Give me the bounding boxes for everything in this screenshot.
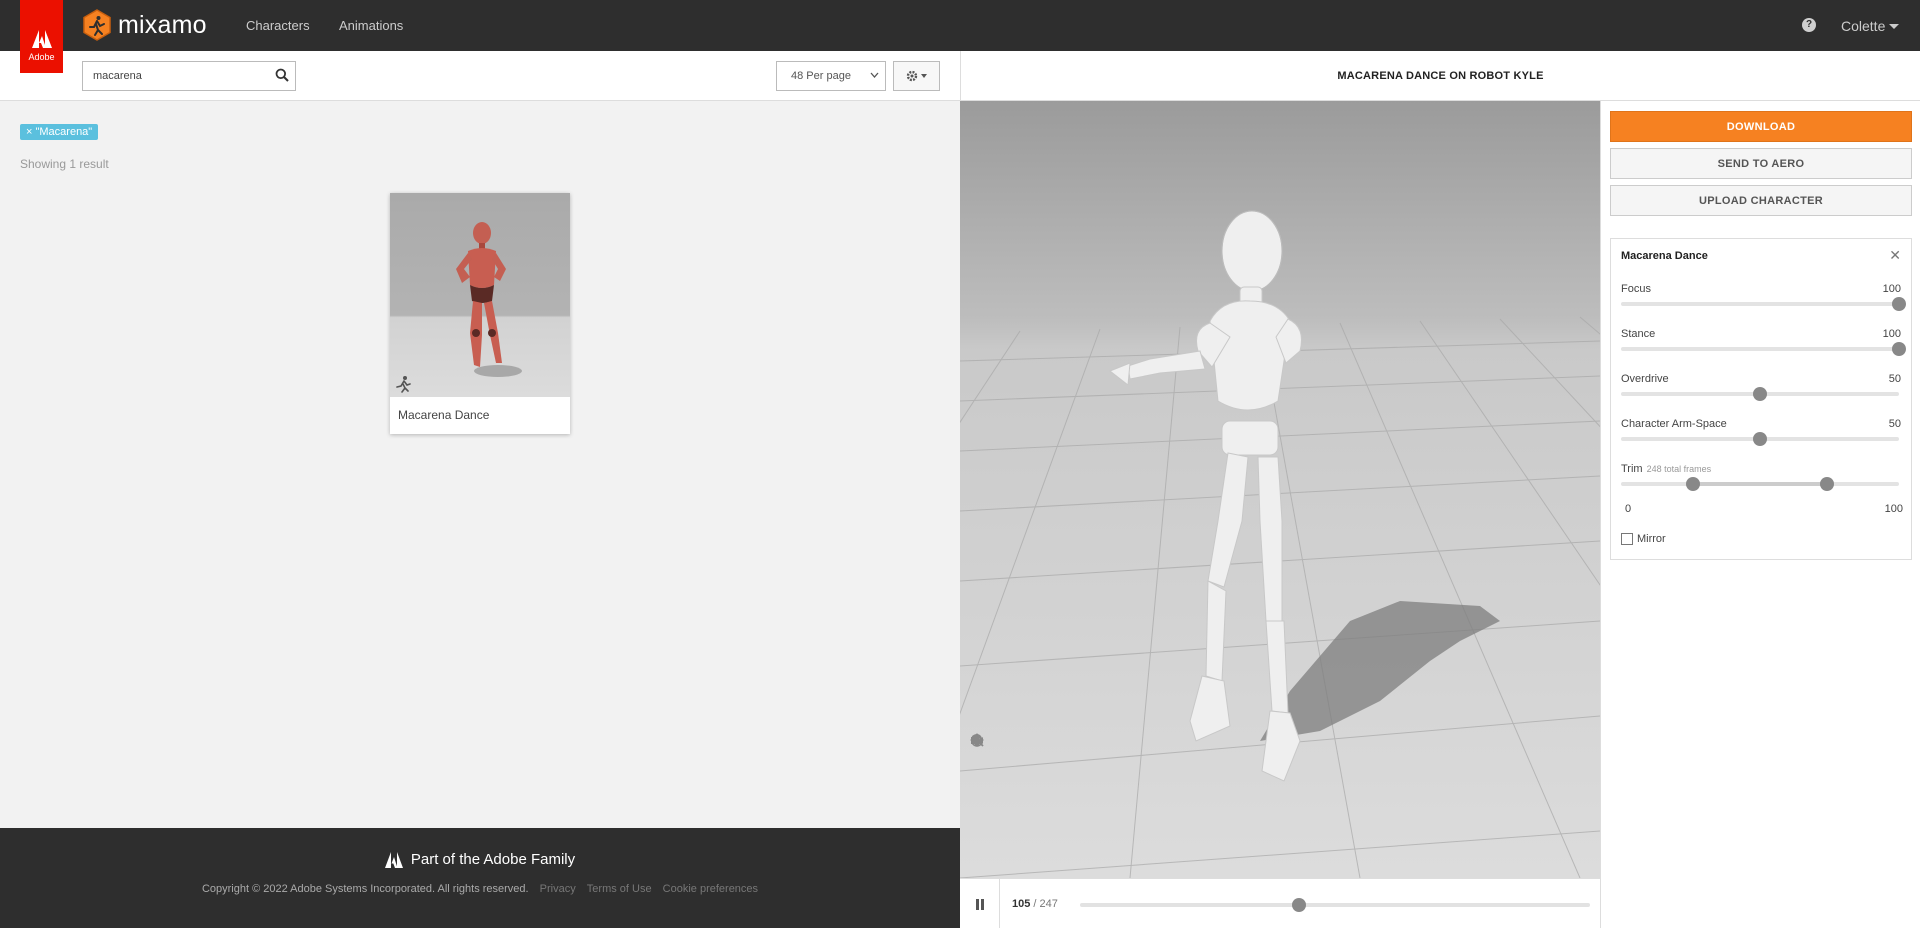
panel-title: Macarena Dance	[1621, 250, 1708, 262]
reset-camera-icon[interactable]	[970, 734, 984, 767]
adobe-logo[interactable]: Adobe	[20, 0, 63, 73]
animation-runner-icon	[396, 376, 411, 393]
stance-slider[interactable]	[1621, 342, 1906, 356]
scene-render	[960, 101, 1600, 878]
search-toolbar: 48 Per page	[0, 51, 960, 101]
chevron-down-icon	[870, 72, 879, 78]
search-input[interactable]	[83, 62, 263, 90]
pause-button[interactable]	[960, 879, 1000, 928]
mixamo-brand[interactable]: mixamo	[82, 9, 207, 41]
user-name: Colette	[1841, 18, 1886, 34]
pause-icon-bar	[980, 898, 984, 910]
animation-thumbnail	[390, 193, 570, 397]
mirror-checkbox[interactable]: Mirror	[1621, 533, 1666, 545]
param-stance: Stance 100	[1621, 328, 1906, 358]
param-value: 100	[1882, 283, 1901, 295]
focus-slider[interactable]	[1621, 297, 1906, 311]
upload-character-button[interactable]: UPLOAD CHARACTER	[1610, 185, 1912, 216]
param-label: Character Arm-Space	[1621, 418, 1727, 430]
nav-animations[interactable]: Animations	[339, 18, 403, 33]
trim-range	[1693, 482, 1827, 486]
download-button[interactable]: DOWNLOAD	[1610, 111, 1912, 142]
slider-handle[interactable]	[1892, 297, 1906, 311]
current-frame: 105	[1012, 898, 1031, 910]
trim-label-group: Trim 248 total frames	[1621, 463, 1711, 475]
trim-end-handle[interactable]	[1819, 477, 1834, 491]
trim-min-label: 0	[1625, 503, 1632, 515]
slider-handle[interactable]	[1753, 387, 1767, 401]
param-value: 50	[1888, 418, 1901, 430]
adobe-a-icon	[31, 30, 52, 48]
cookie-preferences-link[interactable]: Cookie preferences	[663, 883, 758, 895]
adobe-a-icon	[384, 851, 403, 868]
adobe-family: Part of the Adobe Family	[0, 851, 960, 868]
mirror-label: Mirror	[1637, 533, 1666, 545]
animation-card[interactable]: Macarena Dance	[390, 193, 570, 434]
timeline-slider[interactable]	[1080, 898, 1590, 912]
brand-name: mixamo	[118, 10, 207, 39]
caret-down-icon	[1889, 23, 1900, 29]
slider-handle[interactable]	[1892, 342, 1906, 356]
timeline-handle[interactable]	[1292, 898, 1307, 912]
filter-tag[interactable]: × "Macarena"	[20, 124, 99, 140]
close-icon[interactable]: ✕	[1889, 247, 1901, 264]
footer-legal: Copyright © 2022 Adobe Systems Incorpora…	[0, 883, 960, 895]
character-preview-image	[456, 222, 522, 377]
adobe-family-text: Part of the Adobe Family	[410, 851, 576, 868]
camera-icon[interactable]	[970, 737, 984, 847]
slider-handle[interactable]	[1753, 432, 1767, 446]
trim-slider[interactable]	[1621, 477, 1899, 491]
param-focus: Focus 100	[1621, 283, 1906, 313]
trim-total-frames: 248 total frames	[1646, 464, 1712, 474]
help-icon[interactable]: ?	[1802, 18, 1816, 32]
privacy-link[interactable]: Privacy	[540, 883, 576, 895]
footer: Part of the Adobe Family Copyright © 202…	[0, 828, 960, 928]
preview-header: MACARENA DANCE ON ROBOT KYLE	[960, 51, 1920, 101]
param-trim: Trim 248 total frames	[1621, 463, 1901, 493]
copyright-text: Copyright © 2022 Adobe Systems Incorpora…	[201, 883, 529, 895]
param-value: 50	[1888, 373, 1901, 385]
animation-card-title: Macarena Dance	[398, 408, 490, 422]
nav-characters[interactable]: Characters	[246, 18, 310, 33]
trim-max-label: 100	[1884, 503, 1903, 515]
settings-dropdown-button[interactable]	[893, 61, 940, 91]
per-page-select[interactable]: 48 Per page	[776, 61, 886, 91]
param-arm-space: Character Arm-Space 50	[1621, 418, 1901, 448]
viewport-tools	[970, 733, 984, 847]
send-to-aero-button[interactable]: SEND TO AERO	[1610, 148, 1912, 179]
right-sidebar: DOWNLOAD SEND TO AERO UPLOAD CHARACTER M…	[1600, 101, 1920, 928]
param-label: Trim	[1621, 463, 1643, 475]
search-box	[82, 61, 296, 91]
adobe-label: Adobe	[28, 52, 55, 62]
gear-icon	[906, 70, 918, 82]
caret-down-icon	[921, 74, 927, 78]
search-icon[interactable]	[275, 68, 289, 82]
3d-viewport[interactable]	[960, 101, 1600, 878]
trim-start-handle[interactable]	[1686, 477, 1701, 491]
param-label: Stance	[1621, 328, 1656, 340]
param-label: Overdrive	[1621, 373, 1669, 385]
terms-link[interactable]: Terms of Use	[587, 883, 652, 895]
animation-settings-panel: Macarena Dance ✕ Focus 100 Stance 100 Ov…	[1610, 238, 1912, 560]
frame-counter: 105 / 247	[1012, 898, 1058, 910]
playback-bar: 105 / 247	[960, 878, 1600, 928]
power-icon[interactable]	[970, 734, 984, 827]
pause-icon	[975, 898, 979, 910]
top-navbar: Adobe mixamo Characters Animations ? Col…	[0, 0, 1920, 73]
param-label: Focus	[1621, 283, 1651, 295]
param-value: 100	[1882, 328, 1901, 340]
param-overdrive: Overdrive 50	[1621, 373, 1901, 403]
overdrive-slider[interactable]	[1621, 387, 1899, 401]
total-frames: / 247	[1033, 898, 1058, 910]
user-menu[interactable]: Colette	[1841, 18, 1900, 34]
pan-icon[interactable]	[970, 733, 984, 787]
preview-title: MACARENA DANCE ON ROBOT KYLE	[1337, 70, 1544, 82]
zoom-icon[interactable]	[970, 734, 984, 807]
result-count: Showing 1 result	[20, 157, 109, 171]
per-page-value: 48 Per page	[791, 70, 851, 82]
arm-space-slider[interactable]	[1621, 432, 1899, 446]
mixamo-logo-icon	[83, 9, 111, 41]
trim-range-labels: 0 100	[1625, 503, 1903, 515]
checkbox-icon	[1621, 533, 1633, 545]
